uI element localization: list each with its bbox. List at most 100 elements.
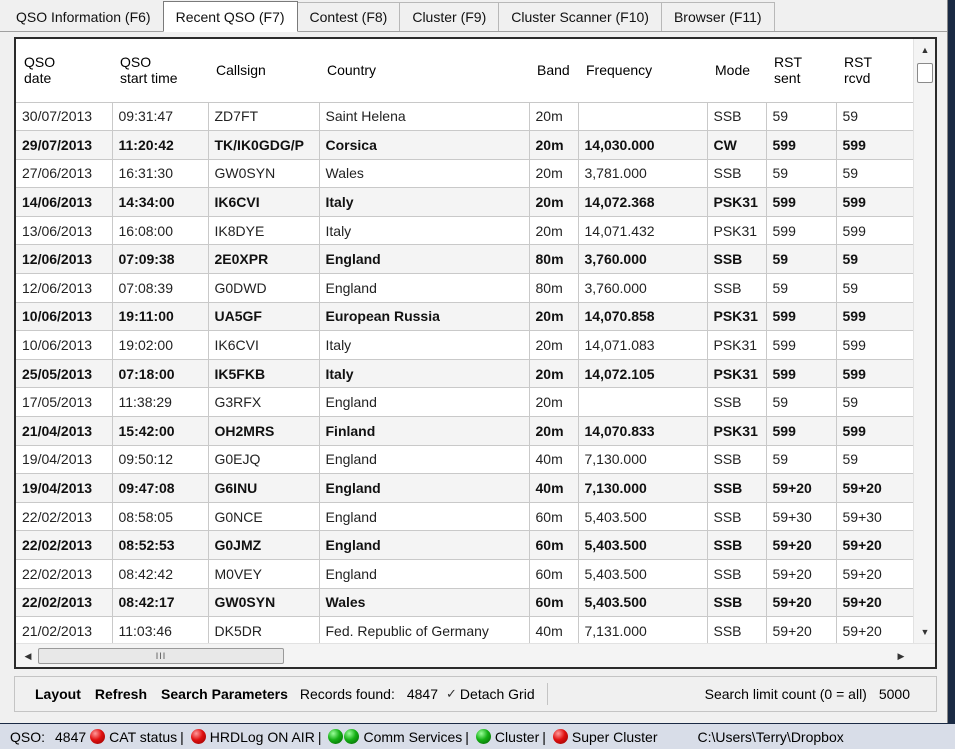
table-cell[interactable]: 12/06/2013 (16, 244, 113, 275)
table-row[interactable]: 12/06/2013 07:09:38 2E0XPR England 80m 3,760.… (16, 244, 913, 275)
table-row[interactable]: 22/02/2013 08:58:05 G0NCE England 60m 5,403.5… (16, 502, 913, 532)
vertical-scroll-thumb[interactable] (917, 63, 933, 83)
table-cell[interactable]: 07:18:00 (112, 359, 209, 389)
tab-cluster-scanner[interactable]: Cluster Scanner (F10) (498, 2, 662, 31)
table-cell[interactable]: IK8DYE (208, 216, 320, 246)
table-cell[interactable]: 20m (529, 330, 579, 360)
horizontal-scrollbar[interactable]: ◀ III ▶ (16, 643, 935, 667)
table-cell[interactable]: 59+20 (836, 530, 913, 560)
table-cell[interactable]: 599 (766, 216, 837, 246)
table-cell[interactable]: 10/06/2013 (16, 330, 113, 360)
table-cell[interactable]: 40m (529, 616, 579, 643)
column-header[interactable]: Mode (707, 39, 766, 103)
table-cell[interactable]: SSB (707, 445, 767, 475)
table-cell[interactable]: England (319, 502, 530, 532)
table-cell[interactable]: 09:50:12 (112, 445, 209, 475)
table-cell[interactable]: Fed. Republic of Germany (319, 616, 530, 643)
table-cell[interactable]: 09:31:47 (112, 102, 209, 132)
table-cell[interactable]: 59+20 (836, 616, 913, 643)
column-header[interactable]: RST rcvd (836, 39, 913, 103)
table-cell[interactable]: 59+20 (836, 559, 913, 589)
table-cell[interactable]: M0VEY (208, 559, 320, 589)
table-cell[interactable]: 20m (529, 130, 579, 160)
table-cell[interactable]: Italy (319, 187, 530, 217)
table-cell[interactable]: 08:52:53 (112, 530, 209, 560)
table-cell[interactable]: 08:42:42 (112, 559, 209, 589)
table-cell[interactable]: 599 (836, 359, 913, 389)
table-cell[interactable]: England (319, 244, 530, 275)
table-cell[interactable]: PSK31 (707, 187, 767, 217)
table-cell[interactable]: 3,760.000 (578, 244, 708, 275)
table-cell[interactable]: Corsica (319, 130, 530, 160)
table-cell[interactable]: 59 (766, 102, 837, 132)
table-cell[interactable]: SSB (707, 502, 767, 532)
table-cell[interactable]: 27/06/2013 (16, 159, 113, 189)
table-cell[interactable]: 599 (766, 187, 837, 217)
table-cell[interactable]: England (319, 530, 530, 560)
table-cell[interactable]: SSB (707, 102, 767, 132)
search-parameters-button[interactable]: Search Parameters (161, 686, 288, 702)
table-cell[interactable]: 599 (766, 302, 837, 332)
table-cell[interactable]: 09:47:08 (112, 473, 209, 503)
table-cell[interactable]: SSB (707, 159, 767, 189)
table-row[interactable]: 14/06/2013 14:34:00 IK6CVI Italy 20m 14,072.3… (16, 187, 913, 217)
table-cell[interactable]: 59 (766, 387, 837, 418)
table-cell[interactable]: 5,403.500 (578, 502, 708, 532)
table-cell[interactable]: 29/07/2013 (16, 130, 113, 160)
comm-services-status[interactable]: Comm Services (363, 729, 462, 745)
table-cell[interactable]: Finland (319, 416, 530, 446)
table-cell[interactable]: 599 (836, 130, 913, 160)
table-cell[interactable]: Italy (319, 216, 530, 246)
table-cell[interactable]: 59+20 (766, 530, 837, 560)
scroll-right-arrow-icon[interactable]: ▶ (891, 644, 911, 668)
table-cell[interactable]: 16:08:00 (112, 216, 209, 246)
table-cell[interactable]: 3,760.000 (578, 273, 708, 303)
table-cell[interactable]: Italy (319, 359, 530, 389)
table-cell[interactable]: OH2MRS (208, 416, 320, 446)
table-cell[interactable]: 7,130.000 (578, 445, 708, 475)
table-cell[interactable]: 20m (529, 216, 579, 246)
table-cell[interactable]: 14,071.432 (578, 216, 708, 246)
table-cell[interactable]: 59 (836, 244, 913, 275)
table-cell[interactable]: 14,030.000 (578, 130, 708, 160)
table-cell[interactable]: PSK31 (707, 302, 767, 332)
table-cell[interactable]: G0JMZ (208, 530, 320, 560)
table-cell[interactable]: 59+20 (836, 588, 913, 618)
table-cell[interactable]: 59 (836, 159, 913, 189)
table-cell[interactable]: 19:11:00 (112, 302, 209, 332)
table-row[interactable]: 10/06/2013 19:11:00 UA5GF European Russia 20… (16, 302, 913, 332)
table-cell[interactable]: Saint Helena (319, 102, 530, 132)
table-cell[interactable]: 14,072.368 (578, 187, 708, 217)
table-cell[interactable]: 599 (766, 359, 837, 389)
table-cell[interactable]: 21/02/2013 (16, 616, 113, 643)
table-cell[interactable]: England (319, 559, 530, 589)
table-row[interactable]: 21/02/2013 11:03:46 DK5DR Fed. Republic of … (16, 616, 913, 643)
table-cell[interactable]: 59 (836, 273, 913, 303)
table-cell[interactable]: 5,403.500 (578, 559, 708, 589)
table-cell[interactable]: 59 (836, 445, 913, 475)
table-cell[interactable]: G0DWD (208, 273, 320, 303)
hrdlog-status[interactable]: HRDLog ON AIR (210, 729, 315, 745)
column-header[interactable]: Callsign (208, 39, 319, 103)
table-cell[interactable]: 22/02/2013 (16, 559, 113, 589)
table-row[interactable]: 17/05/2013 11:38:29 G3RFX England 20m SSB 59 59 (16, 387, 913, 418)
table-cell[interactable]: 22/02/2013 (16, 530, 113, 560)
table-cell[interactable]: 20m (529, 416, 579, 446)
table-cell[interactable]: European Russia (319, 302, 530, 332)
table-cell[interactable]: 14,070.858 (578, 302, 708, 332)
table-cell[interactable]: 20m (529, 159, 579, 189)
table-cell[interactable]: 14,070.833 (578, 416, 708, 446)
table-cell[interactable]: 59 (836, 102, 913, 132)
table-cell[interactable]: Wales (319, 588, 530, 618)
cat-status[interactable]: CAT status (109, 729, 177, 745)
table-cell[interactable]: SSB (707, 273, 767, 303)
table-cell[interactable]: 22/02/2013 (16, 588, 113, 618)
table-cell[interactable]: 80m (529, 244, 579, 275)
table-cell[interactable]: England (319, 445, 530, 475)
table-cell[interactable]: 17/05/2013 (16, 387, 113, 418)
table-cell[interactable]: 59+20 (766, 473, 837, 503)
table-cell[interactable]: 7,130.000 (578, 473, 708, 503)
table-cell[interactable]: 599 (766, 130, 837, 160)
table-cell[interactable]: 60m (529, 502, 579, 532)
table-cell[interactable]: 59 (766, 244, 837, 275)
